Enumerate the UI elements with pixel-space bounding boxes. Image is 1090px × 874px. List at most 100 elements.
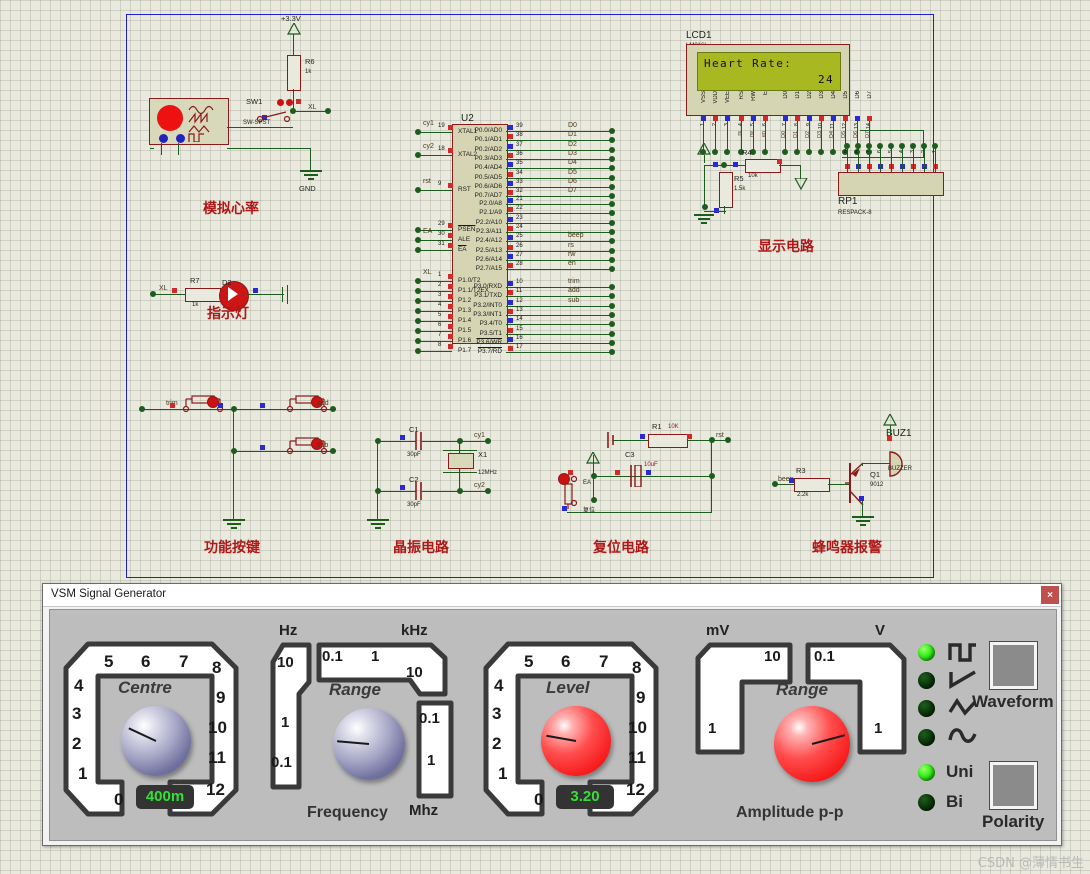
capacitor-c3-icon[interactable] — [628, 465, 646, 487]
waveform-led-triangle[interactable] — [918, 700, 935, 717]
resistor-r4[interactable] — [745, 159, 781, 173]
window-title-bar[interactable]: VSM Signal Generator × — [43, 584, 1061, 607]
crystal-x1[interactable] — [448, 453, 474, 469]
lcd-pin-net: D5 — [841, 131, 847, 139]
resistor-pack-rp1[interactable] — [838, 172, 944, 196]
centre-scale-11: 11 — [208, 748, 226, 767]
lcd-screen: Heart Rate: 24 — [697, 52, 841, 91]
waveform-select-button[interactable] — [990, 642, 1037, 689]
centre-scale-9: 9 — [216, 688, 226, 707]
frequency-range-unit-khz: kHz — [401, 622, 428, 639]
switch-actuator-icon[interactable] — [277, 99, 284, 106]
resistor-r1[interactable] — [648, 434, 688, 448]
u2-pin-number: 31 — [438, 241, 445, 247]
frequency-range-unit-mhz: Mhz — [409, 802, 439, 819]
generator-waveform-icons — [188, 105, 214, 142]
r3-value: 2.2k — [797, 492, 809, 498]
level-dial-assembly[interactable]: 0 1 2 3 4 5 6 7 8 9 10 11 12 Level 3.20 — [480, 630, 670, 825]
vsm-signal-generator-window[interactable]: VSM Signal Generator × 0 1 2 3 4 5 6 7 8… — [42, 583, 1062, 846]
frequency-range-knob[interactable] — [333, 708, 405, 780]
polarity-led-bi[interactable] — [918, 794, 935, 811]
centre-knob[interactable] — [121, 706, 191, 776]
lcd-display-lcd1[interactable]: Heart Rate: 24 VSS VDD VEE RS RW E D0 D1 D2 D3 D4 D… — [686, 44, 873, 116]
level-scale-7: 7 — [599, 652, 609, 671]
sine-wave-icon[interactable] — [948, 726, 978, 748]
u2-pin-number: 33 — [516, 178, 523, 185]
u2-pin-name: P3.6/WR — [476, 338, 502, 346]
u2-pin-number: 19 — [438, 123, 445, 129]
switch-sw1-icon[interactable] — [256, 108, 292, 122]
net-label: D2 — [568, 140, 577, 148]
r3-ref: R3 — [796, 466, 806, 475]
u2-pin-name: P0.0/AD0 — [474, 127, 502, 134]
frequency-range-assembly[interactable]: Hz kHz Mhz 10 1 0.1 0.1 1 10 0.1 1 Range — [265, 622, 455, 827]
power-label-3v3: +3.3V — [281, 14, 301, 23]
level-caption: Level — [546, 678, 590, 697]
switch-actuator-icon[interactable] — [286, 99, 293, 106]
waveform-led-square[interactable] — [918, 644, 935, 661]
u2-pin-name: P0.2/AD2 — [474, 145, 502, 153]
waveform-label: Waveform — [972, 692, 1054, 711]
wire — [227, 148, 310, 149]
centre-scale-1: 1 — [78, 764, 88, 783]
x1-ref: X1 — [478, 450, 488, 459]
amplitude-range-left-10: 10 — [764, 648, 781, 665]
u2-pin-name: P3.1/TXD — [474, 292, 502, 300]
lcd-pin-net: D6 — [853, 131, 859, 139]
polarity-select-button[interactable] — [990, 762, 1037, 809]
frequency-range-right-01: 0.1 — [419, 710, 440, 727]
polarity-led-uni[interactable] — [918, 764, 935, 781]
rp1-ref: RP1 — [838, 196, 858, 207]
label-display-circuit: 显示电路 — [758, 239, 814, 255]
lcd-pin-net: D3 — [817, 131, 823, 139]
net-label: cy1 — [423, 120, 434, 127]
centre-dial-assembly[interactable]: 0 1 2 3 4 5 6 7 8 9 10 11 12 Centre 400m — [60, 630, 250, 825]
sawtooth-wave-icon[interactable] — [948, 670, 978, 690]
resistor-r6[interactable] — [287, 55, 301, 91]
u2-pin-name: P0.5/AD5 — [474, 173, 502, 181]
net-label: cy2 — [423, 143, 434, 150]
generator-small-knob-1-icon — [159, 134, 168, 143]
frequency-range-right-1: 1 — [427, 752, 436, 769]
amplitude-range-assembly[interactable]: mV V 10 1 0.1 1 Range Amplitude p-p — [690, 622, 910, 827]
resistor-r7[interactable] — [185, 288, 221, 302]
net-label: D3 — [568, 149, 577, 157]
amplitude-range-unit-v: V — [875, 622, 886, 639]
u2-pin-number: 21 — [516, 196, 523, 202]
amplitude-range-knob[interactable] — [774, 706, 850, 782]
lcd-pin-name: D2 — [807, 91, 813, 99]
square-wave-icon[interactable] — [948, 642, 978, 662]
net-label: D0 — [568, 122, 577, 129]
level-scale-10: 10 — [628, 718, 647, 737]
frequency-range-unit-hz: Hz — [279, 622, 298, 639]
waveform-led-sine[interactable] — [918, 729, 935, 746]
u2-pin-number: 29 — [438, 221, 445, 227]
waveform-led-sawtooth[interactable] — [918, 672, 935, 689]
net-label-rst: rst — [716, 432, 724, 439]
net-label: rs — [568, 241, 574, 249]
level-scale-8: 8 — [632, 658, 642, 677]
net-label: D5 — [568, 168, 577, 176]
u2-pin-number: 39 — [516, 123, 523, 129]
amplitude-range-unit-mv: mV — [706, 622, 730, 639]
waveform-polarity-group[interactable]: Waveform Uni Bi Polarity — [912, 622, 1054, 832]
resistor-r3[interactable] — [794, 478, 830, 492]
net-label: rst — [423, 178, 431, 185]
u2-pin-name: P3.0/RXD — [473, 283, 502, 290]
u2-pin-name: P2.3/A11 — [476, 227, 502, 235]
u2-pin-number: 28 — [516, 261, 523, 268]
q1-value: 9012 — [870, 482, 884, 488]
buzzer-buz1-icon[interactable] — [888, 451, 914, 477]
net-label: D6 — [568, 177, 577, 185]
level-scale-5: 5 — [524, 652, 534, 671]
label-crystal-circuit: 晶振电路 — [393, 540, 449, 556]
level-scale-6: 6 — [561, 652, 571, 671]
resistor-r5[interactable] — [719, 172, 733, 208]
close-button[interactable]: × — [1041, 586, 1059, 604]
u2-pin-name: P0.6/AD6 — [474, 182, 502, 190]
centre-scale-4: 4 — [74, 676, 84, 695]
polarity-option-uni-label: Uni — [946, 762, 974, 781]
amplitude-range-knob-pointer — [811, 734, 846, 745]
level-knob[interactable] — [541, 706, 611, 776]
frequency-range-left-1: 1 — [281, 714, 290, 731]
